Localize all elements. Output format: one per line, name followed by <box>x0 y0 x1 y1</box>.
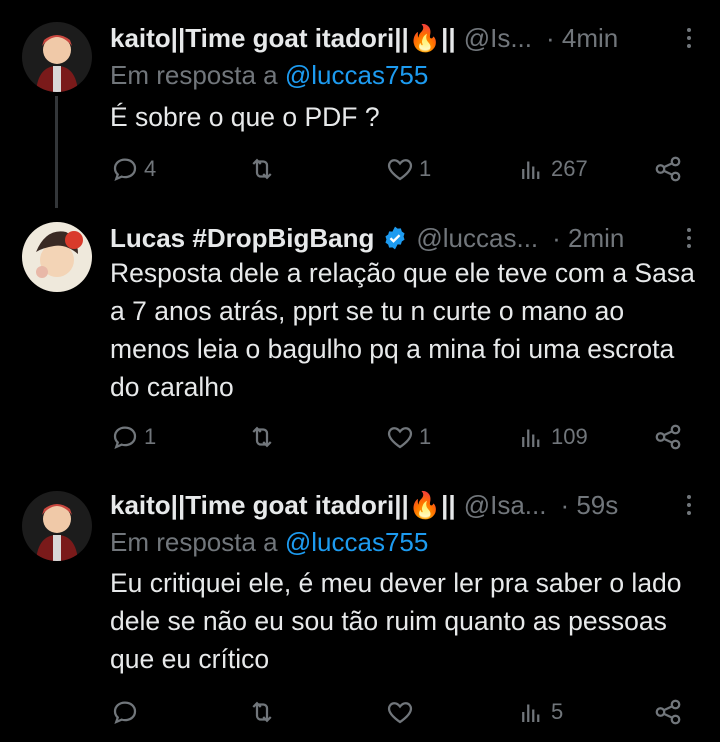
tweet-header: Lucas #DropBigBang @luccas... · 2min <box>110 220 690 256</box>
action-bar: 4 1 267 <box>110 152 685 186</box>
like-count: 1 <box>419 156 432 181</box>
tweet-2[interactable]: Lucas #DropBigBang @luccas... · 2min Res… <box>0 205 720 475</box>
reply-prefix: Em resposta a <box>110 527 278 557</box>
tweet-header: kaito||Time goat itadori||🔥|| @Isa... · … <box>110 487 690 523</box>
share-button[interactable] <box>653 695 683 729</box>
views-button[interactable]: 5 <box>517 695 563 729</box>
timestamp[interactable]: · 4min <box>546 23 618 54</box>
reply-icon <box>113 158 137 182</box>
like-icon <box>387 427 413 449</box>
author-handle[interactable]: @Is... <box>464 23 532 54</box>
like-count: 1 <box>419 424 432 449</box>
retweet-icon <box>252 426 272 448</box>
tweet-text: Eu critiquei ele, é meu dever ler pra sa… <box>110 568 682 674</box>
author-handle[interactable]: @Isa... <box>464 490 547 521</box>
reply-mention[interactable]: @luccas755 <box>285 527 428 557</box>
views-button[interactable]: 267 <box>517 152 588 186</box>
reply-context: Em resposta a @luccas755 <box>110 60 428 91</box>
like-icon <box>387 702 413 724</box>
share-icon <box>655 424 681 450</box>
author-handle[interactable]: @luccas... <box>416 223 538 254</box>
reply-button[interactable]: 1 <box>110 420 156 454</box>
like-button[interactable]: 1 <box>385 420 431 454</box>
retweet-icon <box>252 158 272 180</box>
author-name[interactable]: kaito||Time goat itadori||🔥|| <box>110 490 456 521</box>
share-icon <box>655 156 681 182</box>
author-name[interactable]: kaito||Time goat itadori||🔥|| <box>110 23 456 54</box>
reply-context: Em resposta a @luccas755 <box>110 527 428 558</box>
reply-button[interactable] <box>110 695 140 729</box>
views-icon <box>522 429 540 447</box>
views-count: 109 <box>551 424 588 449</box>
reply-prefix: Em resposta a <box>110 60 278 90</box>
retweet-button[interactable] <box>247 152 277 186</box>
tweet-text: É sobre o que o PDF ? <box>110 102 380 132</box>
reply-icon <box>113 426 137 450</box>
views-icon <box>522 161 540 179</box>
reply-mention[interactable]: @luccas755 <box>285 60 428 90</box>
tweet-header: kaito||Time goat itadori||🔥|| @Is... · 4… <box>110 20 690 56</box>
reply-icon <box>113 701 137 725</box>
timestamp[interactable]: · 59s <box>560 490 618 521</box>
like-icon <box>387 159 413 181</box>
reply-count: 1 <box>144 424 157 449</box>
author-name[interactable]: Lucas #DropBigBang <box>110 223 374 254</box>
more-icon[interactable] <box>684 220 694 256</box>
tweet-text: Resposta dele a relação que ele teve com… <box>110 258 695 402</box>
timestamp[interactable]: · 2min <box>552 223 624 254</box>
share-icon <box>655 699 681 725</box>
retweet-button[interactable] <box>247 695 277 729</box>
avatar[interactable] <box>22 491 92 561</box>
verified-icon <box>385 226 405 250</box>
share-button[interactable] <box>653 420 683 454</box>
like-button[interactable] <box>385 695 415 729</box>
avatar[interactable] <box>22 222 92 292</box>
reply-count: 4 <box>144 156 157 181</box>
views-button[interactable]: 109 <box>517 420 588 454</box>
views-count: 267 <box>551 156 588 181</box>
retweet-button[interactable] <box>247 420 277 454</box>
views-count: 5 <box>551 699 564 724</box>
more-icon[interactable] <box>684 487 694 523</box>
more-icon[interactable] <box>684 20 694 56</box>
action-bar: 1 1 109 <box>110 420 685 454</box>
tweet-3[interactable]: kaito||Time goat itadori||🔥|| @Isa... · … <box>0 475 720 742</box>
action-bar: 5 <box>110 695 685 729</box>
like-button[interactable]: 1 <box>385 152 431 186</box>
tweet-1[interactable]: kaito||Time goat itadori||🔥|| @Is... · 4… <box>0 0 720 208</box>
avatar[interactable] <box>22 22 92 92</box>
thread-line <box>55 96 58 208</box>
retweet-icon <box>252 701 272 723</box>
reply-button[interactable]: 4 <box>110 152 156 186</box>
share-button[interactable] <box>653 152 683 186</box>
views-icon <box>522 704 540 722</box>
